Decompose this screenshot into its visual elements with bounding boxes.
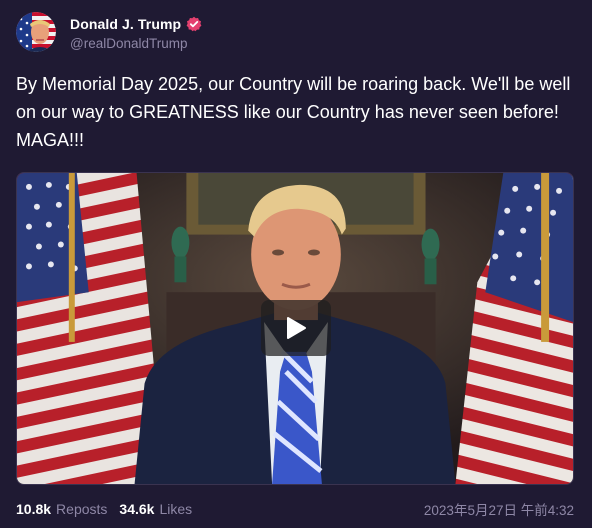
likes-stat[interactable]: 34.6k Likes — [119, 501, 192, 517]
reposts-count: 10.8k — [16, 501, 52, 517]
likes-label: Likes — [159, 501, 193, 517]
video-player[interactable] — [16, 172, 574, 485]
avatar-image — [16, 12, 56, 52]
play-icon — [287, 317, 306, 339]
post-text: By Memorial Day 2025, our Country will b… — [16, 74, 571, 150]
truth-post: Donald J. Trump @realDonaldTrump By Memo… — [0, 0, 592, 528]
author-handle[interactable]: @realDonaldTrump — [70, 36, 202, 51]
post-timestamp[interactable]: 2023年5月27日 午前4:32 — [424, 499, 574, 519]
post-footer: 10.8k Reposts 34.6k Likes 2023年5月27日 午前4… — [16, 498, 574, 520]
name-row: Donald J. Trump — [70, 13, 202, 35]
reposts-label: Reposts — [56, 501, 108, 517]
reposts-stat[interactable]: 10.8k Reposts — [16, 501, 107, 517]
author-display-name[interactable]: Donald J. Trump — [70, 16, 181, 32]
avatar[interactable] — [16, 12, 56, 52]
verified-badge-icon — [186, 16, 202, 32]
post-header: Donald J. Trump @realDonaldTrump — [16, 10, 202, 54]
play-button[interactable] — [261, 300, 331, 356]
likes-count: 34.6k — [119, 501, 155, 517]
author-names: Donald J. Trump @realDonaldTrump — [70, 13, 202, 51]
